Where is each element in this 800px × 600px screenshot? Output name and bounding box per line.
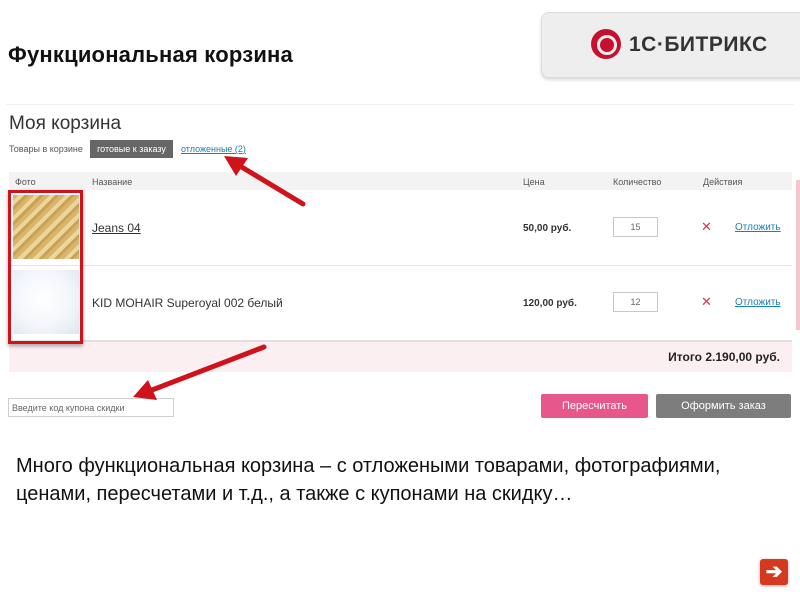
quantity-input[interactable]: 12 (613, 292, 658, 312)
column-photo: Фото (15, 177, 36, 187)
coupon-input[interactable]: Введите код купона скидки (8, 398, 174, 417)
product-name: KID MOHAIR Superoyal 002 белый (92, 296, 283, 310)
postpone-link[interactable]: Отложить (735, 222, 781, 233)
product-price: 50,00 руб. (523, 223, 572, 234)
tab-ready[interactable]: готовые к заказу (90, 140, 173, 158)
tab-delayed[interactable]: отложенные (2) (181, 144, 246, 154)
checkout-button[interactable]: Оформить заказ (656, 394, 791, 418)
column-actions: Действия (703, 177, 743, 187)
slide-title: Функциональная корзина (8, 42, 293, 67)
close-icon[interactable]: ✕ (701, 219, 712, 235)
brand-logo: 1С·БИТРИКС (541, 12, 800, 78)
arrow-right-icon[interactable]: ➔ (760, 559, 788, 585)
table-row: Jeans 04 50,00 руб. 15 ✕ Отложить (9, 191, 792, 266)
product-name-link[interactable]: Jeans 04 (92, 221, 141, 235)
cart-total: Итого 2.190,00 руб. (668, 350, 780, 364)
product-price: 120,00 руб. (523, 298, 577, 309)
close-icon[interactable]: ✕ (701, 294, 712, 310)
recalculate-button[interactable]: Пересчитать (541, 394, 648, 418)
slide-description: Много функциональная корзина – с отложен… (16, 455, 721, 505)
table-header: Фото Название Цена Количество Действия (9, 172, 792, 190)
column-price: Цена (523, 177, 545, 187)
postpone-link[interactable]: Отложить (735, 297, 781, 308)
bitrix-logo-icon (591, 29, 621, 59)
cart-title: Моя корзина (9, 113, 122, 134)
quantity-input[interactable]: 15 (613, 217, 658, 237)
edge-decoration (796, 180, 800, 330)
total-bar: Итого 2.190,00 руб. (9, 341, 792, 372)
logo-text: 1С·БИТРИКС (629, 33, 768, 56)
column-quantity: Количество (613, 177, 662, 187)
photo-highlight-frame (8, 190, 83, 344)
table-row: KID MOHAIR Superoyal 002 белый 120,00 ру… (9, 266, 792, 341)
tabs-label: Товары в корзине (9, 144, 83, 154)
column-name: Название (92, 177, 133, 187)
